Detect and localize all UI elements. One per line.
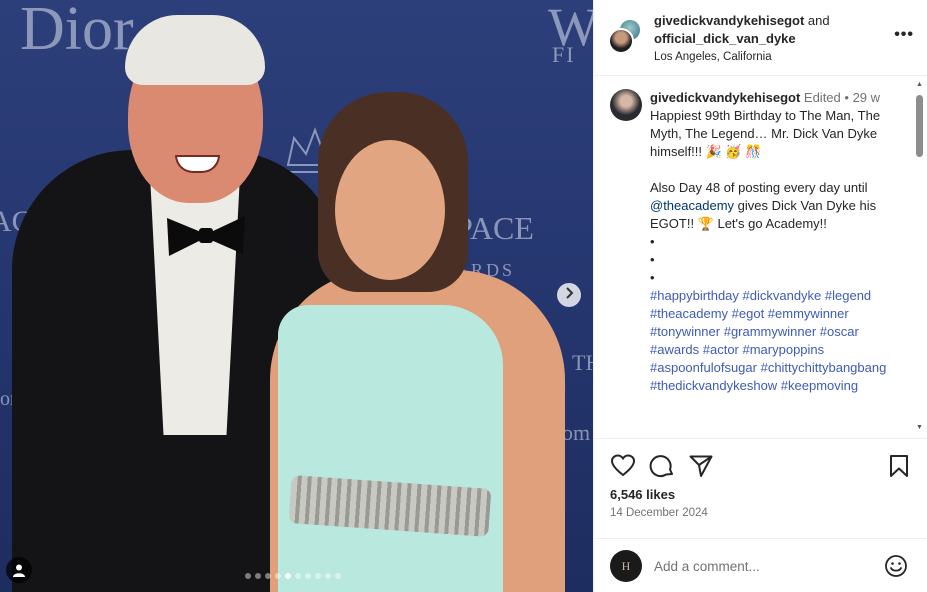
share-icon[interactable]	[688, 453, 714, 479]
comment-icon[interactable]	[649, 453, 675, 479]
account-link-1[interactable]: givedickvandykehisegot	[654, 13, 804, 28]
carousel-dot	[265, 573, 271, 579]
collab-avatars[interactable]	[608, 18, 644, 54]
user-icon	[13, 564, 25, 577]
woman-dress	[278, 305, 503, 592]
avatar[interactable]: H	[610, 550, 642, 582]
woman-face	[335, 140, 445, 280]
carousel-dot	[255, 573, 261, 579]
caption-line-2-pre: Also Day 48 of posting every day until	[650, 180, 868, 195]
instagram-post-modal: Dior W FI ACE PACE ARDS TH ome om	[0, 0, 927, 592]
carousel-dot	[285, 573, 291, 579]
post-header: givedickvandykehisegot and official_dick…	[594, 0, 927, 76]
and-text: and	[804, 13, 830, 28]
comment-input[interactable]	[654, 554, 864, 578]
hashtags[interactable]: #happybirthday #dickvandyke #legend #the…	[650, 287, 905, 395]
scroll-thumb[interactable]	[916, 95, 923, 157]
header-accounts: givedickvandykehisegot and official_dick…	[654, 12, 830, 66]
backdrop-text-fi: FI	[552, 42, 576, 67]
caption-scroll-area[interactable]: givedickvandykehisegot Edited • 29 w Hap…	[594, 77, 927, 437]
likes-count[interactable]: 6,546 likes	[610, 487, 675, 502]
carousel-dot	[335, 573, 341, 579]
caption-username[interactable]: givedickvandykehisegot	[650, 90, 800, 105]
tagged-users-button[interactable]	[6, 557, 32, 583]
carousel-dot	[295, 573, 301, 579]
post-age[interactable]: 29 w	[853, 90, 880, 105]
carousel-dot	[325, 573, 331, 579]
caption-line-2: Also Day 48 of posting every day until @…	[650, 179, 905, 233]
backdrop-text-th: TH	[572, 350, 593, 375]
scroll-down-arrow-icon[interactable]: ▼	[915, 424, 924, 431]
post-actions: 6,546 likes 14 December 2024	[594, 438, 927, 538]
heart-icon[interactable]	[610, 453, 636, 479]
mention-link[interactable]: @theacademy	[650, 198, 734, 213]
scroll-up-arrow-icon[interactable]: ▲	[915, 81, 924, 88]
bookmark-icon[interactable]	[886, 453, 912, 479]
add-comment-bar: H	[594, 538, 927, 592]
emoji-icon[interactable]	[884, 554, 908, 578]
post-date[interactable]: 14 December 2024	[610, 507, 708, 519]
more-options-button[interactable]: •••	[894, 26, 914, 44]
man-hair	[125, 15, 265, 85]
post-photo[interactable]: Dior W FI ACE PACE ARDS TH ome om	[0, 0, 593, 592]
bowtie-icon	[167, 216, 245, 256]
carousel-dot	[315, 573, 321, 579]
backdrop-text-om-right: om	[562, 420, 591, 445]
meta-separator: •	[840, 90, 853, 105]
chevron-right-icon	[566, 287, 574, 299]
edited-label: Edited	[803, 90, 841, 105]
next-photo-button[interactable]	[557, 283, 581, 307]
bullet: •	[650, 270, 655, 285]
caption-line-1: Happiest 99th Birthday to The Man, The M…	[650, 108, 881, 159]
caption: givedickvandykehisegot Edited • 29 w Hap…	[650, 89, 905, 395]
backdrop-dior-logo: Dior	[20, 0, 134, 63]
carousel-dot	[275, 573, 281, 579]
carousel-dot	[305, 573, 311, 579]
bullet: •	[650, 252, 655, 267]
carousel-dots	[245, 573, 341, 579]
post-side-panel: givedickvandykehisegot and official_dick…	[593, 0, 927, 592]
account-link-2[interactable]: official_dick_van_dyke	[654, 30, 830, 48]
carousel-dot	[245, 573, 251, 579]
avatar[interactable]	[608, 28, 634, 54]
scrollbar[interactable]: ▲ ▼	[915, 81, 924, 431]
avatar[interactable]	[610, 89, 642, 121]
bullet: •	[650, 234, 655, 249]
location-link[interactable]: Los Angeles, California	[654, 48, 830, 66]
